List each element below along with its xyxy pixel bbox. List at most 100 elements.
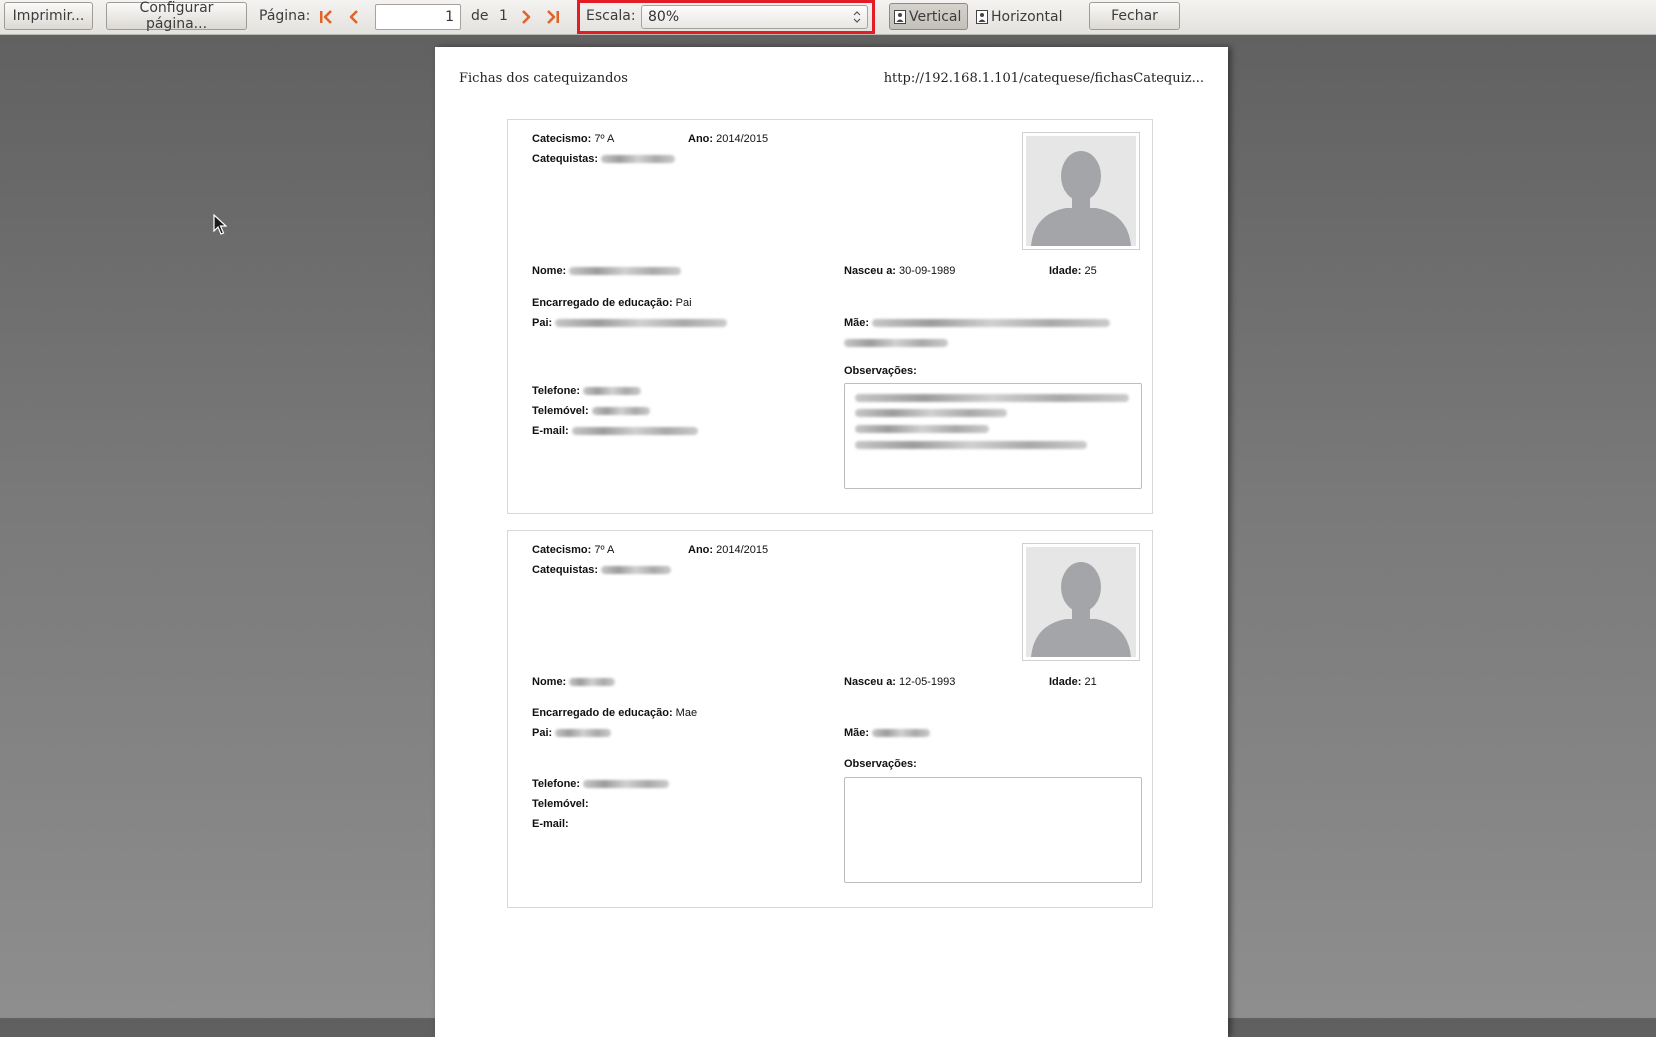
idade-label: Idade:	[1049, 676, 1082, 688]
encarregado-label: Encarregado de educação:	[532, 707, 673, 719]
redacted-value	[855, 394, 1129, 402]
observacoes-label-wrap: Observações:	[844, 365, 917, 377]
page-setup-button[interactable]: Configurar página...	[106, 0, 247, 32]
nasceu-value: 12-05-1993	[899, 676, 956, 688]
catecismo-value: 7º A	[594, 544, 615, 556]
pai-field: Pai:	[532, 727, 612, 739]
nasceu-field: Nasceu a: 12-05-1993	[844, 676, 955, 688]
next-page-icon[interactable]	[517, 8, 535, 26]
portrait-label: Vertical	[909, 8, 962, 25]
pai-label: Pai:	[532, 317, 553, 329]
nasceu-field: Nasceu a: 30-09-1989	[844, 265, 955, 277]
redacted-value	[601, 566, 672, 575]
idade-value: 25	[1084, 265, 1097, 277]
avatar-placeholder-icon	[1031, 151, 1131, 246]
scale-select[interactable]: 80%	[641, 5, 868, 29]
page-label: Página:	[259, 8, 311, 24]
mae-label: Mãe:	[844, 317, 870, 329]
email-field: E-mail:	[532, 818, 569, 830]
observacoes-label: Observações:	[844, 365, 917, 377]
observacoes-box	[844, 777, 1142, 883]
redacted-value	[844, 339, 948, 348]
spin-arrows-icon	[853, 11, 861, 23]
redacted-value	[601, 155, 676, 164]
ano-value: 2014/2015	[716, 133, 769, 145]
catequistas-label: Catequistas:	[532, 153, 599, 165]
mae-continuation	[844, 337, 948, 349]
catecismo-label: Catecismo:	[532, 544, 592, 556]
avatar-placeholder-icon	[1031, 562, 1131, 657]
redacted-value	[569, 267, 682, 276]
print-button[interactable]: Imprimir...	[4, 2, 93, 30]
idade-field: Idade: 25	[1049, 265, 1097, 277]
student-card: Catecismo: 7º A Ano: 2014/2015 Catequist…	[507, 530, 1153, 908]
previous-page-icon[interactable]	[345, 8, 363, 26]
encarregado-value: Pai	[675, 297, 692, 309]
mae-label: Mãe:	[844, 727, 870, 739]
telefone-field: Telefone:	[532, 385, 642, 397]
redacted-value	[569, 678, 616, 687]
document-url: http://192.168.1.101/catequese/fichasCat…	[883, 71, 1204, 86]
landscape-label: Horizontal	[991, 8, 1063, 25]
portrait-icon	[894, 9, 906, 24]
page-setup-button-label: Configurar página...	[139, 0, 214, 32]
nome-label: Nome:	[532, 265, 567, 277]
encarregado-field: Encarregado de educação: Mae	[532, 707, 697, 719]
page-number-input[interactable]	[375, 4, 461, 30]
scale-label: Escala:	[586, 8, 636, 24]
idade-value: 21	[1084, 676, 1097, 688]
idade-label: Idade:	[1049, 265, 1082, 277]
email-field: E-mail:	[532, 425, 698, 437]
telemovel-label: Telemóvel:	[532, 405, 589, 417]
nome-label: Nome:	[532, 676, 567, 688]
observacoes-label: Observações:	[844, 758, 917, 770]
nasceu-value: 30-09-1989	[899, 265, 956, 277]
redacted-value	[571, 427, 698, 436]
observacoes-box	[844, 383, 1142, 489]
encarregado-field: Encarregado de educação: Pai	[532, 297, 692, 309]
of-label: de	[471, 8, 489, 24]
mouse-pointer-icon	[213, 214, 227, 235]
telefone-label: Telefone:	[532, 385, 581, 397]
redacted-value	[872, 319, 1111, 328]
redacted-value	[855, 409, 1007, 417]
landscape-button[interactable]: Horizontal	[972, 3, 1068, 30]
last-page-icon[interactable]	[544, 8, 562, 26]
catecismo-field: Catecismo: 7º A	[532, 544, 614, 556]
redacted-value	[583, 780, 670, 789]
idade-field: Idade: 21	[1049, 676, 1097, 688]
first-page-icon[interactable]	[317, 8, 335, 26]
print-button-label: Imprimir...	[12, 8, 85, 24]
catecismo-label: Catecismo:	[532, 133, 592, 145]
total-pages: 1	[499, 8, 508, 24]
nasceu-label: Nasceu a:	[844, 265, 896, 277]
redacted-value	[855, 441, 1087, 449]
nasceu-label: Nasceu a:	[844, 676, 896, 688]
catecismo-field: Catecismo: 7º A	[532, 133, 614, 145]
mae-field: Mãe:	[844, 727, 931, 739]
pai-label: Pai:	[532, 727, 553, 739]
redacted-value	[555, 729, 612, 738]
landscape-icon	[976, 9, 988, 24]
catecismo-value: 7º A	[594, 133, 615, 145]
close-button[interactable]: Fechar	[1089, 2, 1180, 30]
telemovel-label: Telemóvel:	[532, 798, 589, 810]
telemovel-field: Telemóvel:	[532, 405, 650, 417]
student-photo	[1022, 543, 1140, 661]
catequistas-field: Catequistas:	[532, 153, 676, 165]
student-card: Catecismo: 7º A Ano: 2014/2015 Catequist…	[507, 119, 1153, 514]
ano-field: Ano: 2014/2015	[688, 544, 768, 556]
nome-field: Nome:	[532, 265, 682, 277]
portrait-button[interactable]: Vertical	[889, 3, 968, 30]
mae-field: Mãe:	[844, 317, 1111, 329]
telemovel-field: Telemóvel:	[532, 798, 589, 810]
redacted-value	[583, 387, 642, 396]
redacted-value	[872, 729, 931, 738]
observacoes-label-wrap: Observações:	[844, 758, 917, 770]
telefone-field: Telefone:	[532, 778, 670, 790]
ano-label: Ano:	[688, 544, 714, 556]
student-photo	[1022, 132, 1140, 250]
scale-value: 80%	[648, 9, 680, 25]
ano-field: Ano: 2014/2015	[688, 133, 768, 145]
redacted-value	[591, 407, 650, 416]
